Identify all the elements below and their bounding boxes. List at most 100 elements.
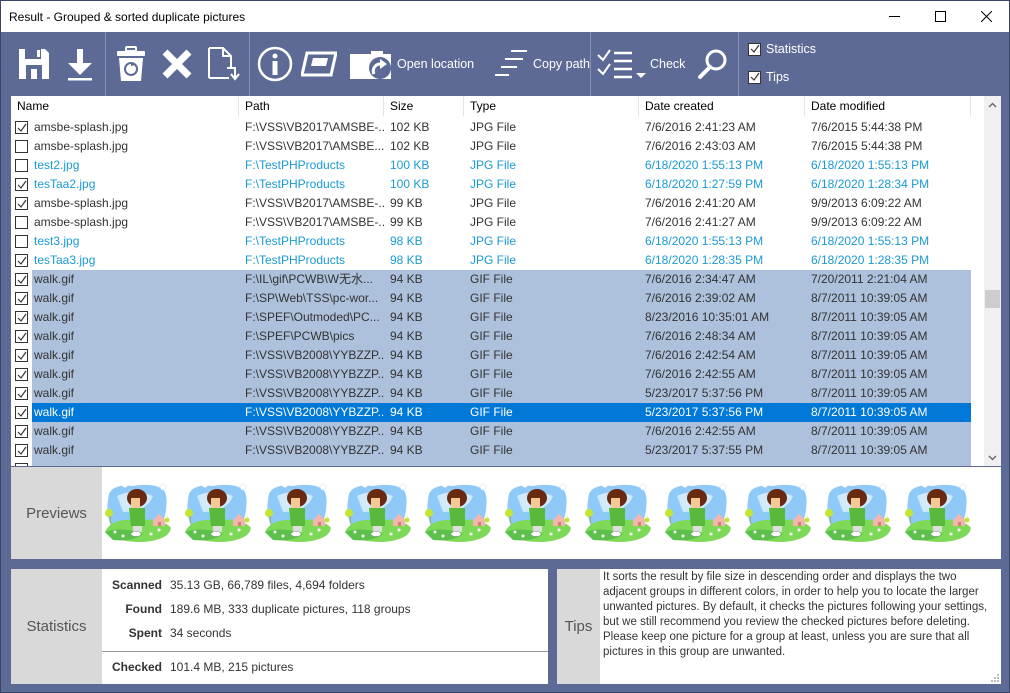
table-row[interactable]: amsbe-splash.jpg F:\VSS\VB2017\AMSBE... 10… <box>11 137 971 156</box>
checklist-icon <box>597 49 646 79</box>
table-row[interactable]: amsbe-splash.jpg F:\VSS\VB2017\AMSBE-... 9… <box>11 213 971 232</box>
tips-panel: Tips It sorts the result by file size in… <box>557 569 1001 684</box>
cell-size: 94 KB <box>384 365 464 384</box>
column-header-date-modified[interactable]: Date modified <box>805 96 971 116</box>
move-button[interactable] <box>207 32 241 96</box>
cell-path: F:\VSS\VB2017\AMSBE-... <box>245 215 384 229</box>
row-checkbox[interactable] <box>15 178 28 191</box>
table-row[interactable]: tesTaa3.jpg F:\TestPHProducts 98 KB JPG Fil… <box>11 251 971 270</box>
cell-modified: 8/7/2011 10:39:05 AM <box>805 346 971 365</box>
row-checkbox[interactable] <box>15 273 28 286</box>
row-checkbox[interactable] <box>15 311 28 324</box>
preview-thumbnail[interactable] <box>583 482 653 544</box>
row-checkbox[interactable] <box>15 216 28 229</box>
vertical-scrollbar[interactable] <box>984 96 1001 466</box>
file-name: walk.gif <box>32 365 239 384</box>
row-checkbox[interactable] <box>15 330 28 343</box>
save-button[interactable] <box>17 32 51 96</box>
table-row[interactable]: walk.gif F:\VSS\VB2008\YYBZZP... 94 KB GIF … <box>11 422 971 441</box>
column-header-size[interactable]: Size <box>384 96 464 116</box>
scrollbar-thumb[interactable] <box>985 290 1000 308</box>
tips-toggle[interactable]: Tips <box>748 70 789 84</box>
row-checkbox[interactable] <box>15 368 28 381</box>
cell-path: F:\VSS\VB2017\AMSBE-... <box>245 196 384 210</box>
copy-path-button[interactable]: Copy path <box>493 32 590 96</box>
table-row-partial[interactable] <box>11 460 971 466</box>
row-checkbox[interactable] <box>15 197 28 210</box>
cell-modified: 8/7/2011 10:39:05 AM <box>805 422 971 441</box>
close-button[interactable] <box>963 1 1009 32</box>
preview-thumbnail[interactable] <box>823 482 893 544</box>
row-checkbox[interactable] <box>15 235 28 248</box>
column-header-name[interactable]: Name <box>11 96 239 116</box>
search-button[interactable] <box>697 32 729 96</box>
statistics-toggle[interactable]: Statistics <box>748 42 816 56</box>
column-header-path[interactable]: Path <box>239 96 384 116</box>
column-header-type[interactable]: Type <box>464 96 639 116</box>
check-button[interactable]: Check <box>596 32 685 96</box>
row-checkbox[interactable] <box>15 463 28 466</box>
preview-thumbnail[interactable] <box>103 482 173 544</box>
row-checkbox[interactable] <box>15 444 28 457</box>
minimize-button[interactable] <box>871 1 917 32</box>
scroll-down-button[interactable] <box>984 449 1001 466</box>
recycle-button[interactable] <box>116 32 146 96</box>
preview-thumbnail[interactable] <box>343 482 413 544</box>
open-location-button[interactable]: Open location <box>349 32 474 96</box>
table-row[interactable]: walk.gif F:\SPEF\PCWB\pics 94 KB GIF File 7/… <box>11 327 971 346</box>
info-button[interactable] <box>257 32 293 96</box>
row-checkbox[interactable] <box>15 292 28 305</box>
row-checkbox[interactable] <box>15 425 28 438</box>
delete-button[interactable] <box>161 32 193 96</box>
file-name: walk.gif <box>32 441 239 460</box>
chevron-up-icon <box>988 102 997 107</box>
cell-type: GIF File <box>464 327 639 346</box>
table-row[interactable]: walk.gif F:\IL\gif\PCWB\W无水... 94 KB GIF Fi… <box>11 270 971 289</box>
preview-thumbnail[interactable] <box>743 482 813 544</box>
maximize-button[interactable] <box>917 1 963 32</box>
checkmark-icon <box>750 44 759 53</box>
table-row[interactable]: tesTaa2.jpg F:\TestPHProducts 100 KB JPG Fi… <box>11 175 971 194</box>
stat-scanned: Scanned 35.13 GB, 66,789 files, 4,694 fo… <box>102 578 548 592</box>
download-icon <box>68 49 92 81</box>
table-row[interactable]: walk.gif F:\VSS\VB2008\YYBZZP... 94 KB GIF … <box>11 441 971 460</box>
preview-thumbnail[interactable] <box>263 482 333 544</box>
table-row[interactable]: test2.jpg F:\TestPHProducts 100 KB JPG File… <box>11 156 971 175</box>
preview-thumbnail[interactable] <box>903 482 973 544</box>
table-row[interactable]: walk.gif F:\VSS\VB2008\YYBZZP... 94 KB GIF … <box>11 384 971 403</box>
row-checkbox[interactable] <box>15 140 28 153</box>
table-row[interactable]: walk.gif F:\VSS\VB2008\YYBZZP... 94 KB GIF … <box>11 365 971 384</box>
cell-name: amsbe-splash.jpg <box>11 194 239 213</box>
table-row[interactable]: amsbe-splash.jpg F:\VSS\VB2017\AMSBE-... 9… <box>11 194 971 213</box>
file-name: walk.gif <box>32 270 239 289</box>
preview-thumbnail[interactable] <box>503 482 573 544</box>
preview-button[interactable] <box>301 32 337 96</box>
preview-thumbnail[interactable] <box>663 482 733 544</box>
tips-checkbox[interactable] <box>748 70 761 84</box>
column-header-date-created[interactable]: Date created <box>639 96 805 116</box>
table-row[interactable]: test3.jpg F:\TestPHProducts 98 KB JPG File 6… <box>11 232 971 251</box>
table-row[interactable]: walk.gif F:\VSS\VB2008\YYBZZP... 94 KB GIF … <box>11 346 971 365</box>
table-row[interactable]: walk.gif F:\SP\Web\TSS\pc-wor... 94 KB GIF … <box>11 289 971 308</box>
cell-modified: 8/7/2011 10:39:05 AM <box>805 365 971 384</box>
export-button[interactable] <box>65 32 95 96</box>
row-checkbox[interactable] <box>15 349 28 362</box>
row-checkbox[interactable] <box>15 387 28 400</box>
cell-type: GIF File <box>464 289 639 308</box>
cell-created: 7/6/2016 2:41:23 AM <box>645 120 756 134</box>
table-row[interactable]: walk.gif F:\VSS\VB2008\YYBZZP... 94 KB GIF … <box>11 403 971 422</box>
preview-thumbnail[interactable] <box>183 482 253 544</box>
resize-grip-icon[interactable] <box>991 674 999 682</box>
row-checkbox[interactable] <box>15 406 28 419</box>
scroll-up-button[interactable] <box>984 96 1001 113</box>
row-checkbox[interactable] <box>15 159 28 172</box>
row-checkbox[interactable] <box>15 254 28 267</box>
table-row[interactable]: walk.gif F:\SPEF\Outmoded\PC... 94 KB GIF F… <box>11 308 971 327</box>
file-name: amsbe-splash.jpg <box>34 215 129 229</box>
table-row[interactable]: amsbe-splash.jpg F:\VSS\VB2017\AMSBE-... 1… <box>11 118 971 137</box>
preview-thumbnail[interactable] <box>423 482 493 544</box>
row-checkbox[interactable] <box>15 121 28 134</box>
statistics-checkbox[interactable] <box>748 42 761 56</box>
statistics-divider <box>102 651 548 652</box>
stat-found-value: 189.6 MB, 333 duplicate pictures, 118 gr… <box>170 602 411 616</box>
